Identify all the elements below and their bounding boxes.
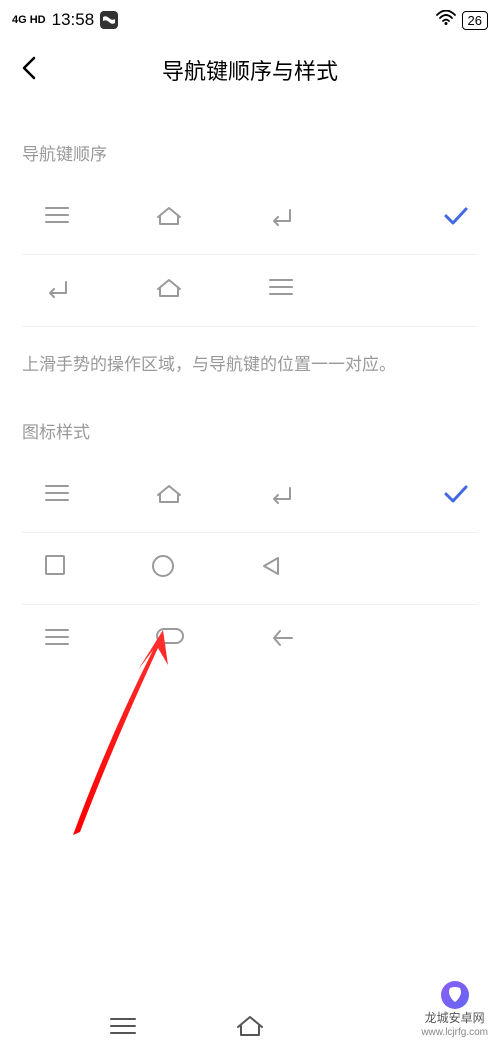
status-right: 26 (436, 10, 488, 31)
triangle-back-icon (260, 554, 282, 583)
hamburger-icon (268, 277, 294, 304)
icon-style-label: 图标样式 (22, 418, 478, 443)
content-area: 导航键顺序 (0, 140, 500, 677)
back-icon (44, 277, 70, 304)
watermark-logo-icon (441, 981, 469, 1009)
home-icon (155, 205, 183, 232)
icon-style-option-1[interactable] (22, 461, 478, 533)
page-header: 导航键顺序与样式 (0, 40, 500, 100)
battery-indicator: 26 (462, 11, 488, 30)
check-icon (442, 483, 470, 510)
icon-style-option-2[interactable] (22, 533, 478, 605)
icon-style-option-3[interactable] (22, 605, 478, 677)
hamburger-icon (44, 627, 70, 654)
watermark-name: 龙城安卓网 (425, 1011, 485, 1025)
clock: 13:58 (52, 10, 95, 30)
hamburger-icon (44, 205, 70, 232)
home-button[interactable] (235, 1014, 265, 1043)
order-description: 上滑手势的操作区域，与导航键的位置一一对应。 (22, 352, 478, 378)
recent-apps-button[interactable] (109, 1015, 137, 1042)
nav-order-option-1[interactable] (22, 183, 478, 255)
watermark-url: www.lcjrfg.com (421, 1027, 488, 1038)
check-icon (442, 205, 470, 232)
pill-icon (155, 627, 185, 654)
wifi-icon (436, 10, 456, 31)
status-left: 4G HD 13:58 (12, 10, 118, 30)
back-button[interactable] (20, 54, 38, 87)
status-bar: 4G HD 13:58 26 (0, 0, 500, 40)
page-title: 导航键顺序与样式 (20, 54, 480, 86)
notification-icon (100, 11, 118, 29)
watermark: 龙城安卓网 www.lcjrfg.com (421, 981, 488, 1038)
hamburger-icon (44, 483, 70, 510)
circle-icon (151, 554, 175, 583)
back-icon (268, 205, 294, 232)
nav-order-option-2[interactable] (22, 255, 478, 327)
nav-order-label: 导航键顺序 (22, 140, 478, 165)
arrow-left-icon (270, 627, 296, 654)
square-icon (44, 554, 66, 583)
home-icon (155, 277, 183, 304)
back-icon (268, 483, 294, 510)
home-icon (155, 483, 183, 510)
signal-indicator: 4G HD (12, 15, 46, 26)
